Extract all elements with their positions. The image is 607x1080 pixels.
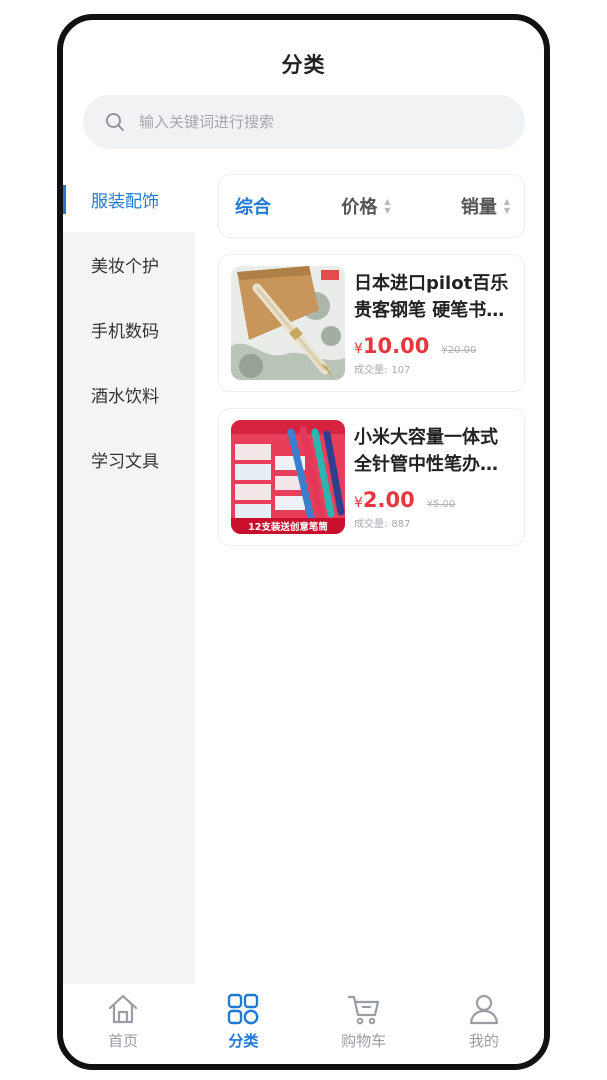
bottom-tab-bar: 首页 分类 购物车 我的 — [63, 984, 544, 1064]
user-icon — [469, 994, 498, 1025]
sales-count: 成交量: 107 — [354, 361, 512, 376]
sidebar-item-beauty[interactable]: 美妆个护 — [63, 232, 195, 297]
product-name: 小米大容量一体式全针管中性笔办公签字笔 — [354, 427, 498, 475]
sidebar-item-label: 美妆个护 — [91, 257, 159, 277]
sort-arrows-icon: ▲ ▼ — [503, 197, 510, 215]
search-input[interactable] — [137, 112, 501, 132]
sidebar-item-stationery[interactable]: 学习文具 — [63, 427, 195, 492]
category-icon — [228, 993, 259, 1025]
product-image: 12支装送创意笔筒 — [231, 420, 345, 534]
sort-arrows-icon: ▲ ▼ — [384, 197, 391, 215]
cart-icon — [347, 995, 379, 1025]
original-price: ¥20.00 — [441, 345, 477, 356]
sidebar-item-label: 学习文具 — [91, 452, 159, 472]
sales-value: 887 — [391, 519, 411, 530]
sidebar-item-label: 手机数码 — [91, 322, 159, 342]
sales-value: 107 — [391, 365, 411, 376]
phone-frame: 分类 服装配饰 美妆个护 手机数码 酒水饮料 学习文具 综合 — [57, 14, 550, 1070]
sidebar-item-label: 服装配饰 — [91, 192, 159, 212]
price-row: ¥ 2.00 ¥5.00 — [354, 488, 512, 512]
original-price: ¥5.00 — [426, 499, 456, 510]
sidebar-item-label: 酒水饮料 — [91, 387, 159, 407]
product-image — [231, 266, 345, 380]
search-icon — [106, 113, 124, 131]
tab-profile[interactable]: 我的 — [434, 984, 534, 1064]
sort-price[interactable]: 价格 ▲ ▼ — [341, 193, 390, 219]
currency-symbol: ¥ — [354, 341, 363, 357]
sort-bar: 综合 价格 ▲ ▼ 销量 ▲ ▼ — [218, 174, 525, 238]
product-panel: 综合 价格 ▲ ▼ 销量 ▲ ▼ 日本进口pilot百乐贵客钢笔 硬笔书法 ¥ … — [218, 174, 525, 546]
page-title: 分类 — [281, 53, 326, 77]
sort-label: 价格 — [341, 197, 378, 218]
sort-label: 销量 — [460, 197, 497, 218]
tab-label: 购物车 — [341, 1032, 387, 1050]
sidebar-item-clothing[interactable]: 服装配饰 — [63, 167, 195, 232]
sidebar-item-drinks[interactable]: 酒水饮料 — [63, 362, 195, 427]
tab-cart[interactable]: 购物车 — [314, 984, 414, 1064]
sort-comprehensive[interactable]: 综合 — [235, 193, 271, 219]
sort-sales[interactable]: 销量 ▲ ▼ — [461, 193, 510, 219]
tab-category[interactable]: 分类 — [193, 984, 293, 1064]
sales-count: 成交量: 887 — [354, 515, 512, 530]
product-price: 2.00 — [362, 488, 415, 512]
tab-label: 首页 — [108, 1032, 139, 1050]
sales-label: 成交量: — [354, 519, 388, 530]
sidebar-item-digital[interactable]: 手机数码 — [63, 297, 195, 362]
home-icon — [109, 994, 138, 1024]
search-bar[interactable] — [83, 95, 525, 149]
product-name: 日本进口pilot百乐贵客钢笔 硬笔书法练字笔 — [354, 273, 509, 321]
product-price: 10.00 — [362, 334, 430, 358]
product-card[interactable]: 12支装送创意笔筒 小米大容量一体式全针管中性笔办公签字笔 ¥ 2.00 ¥5.… — [218, 408, 525, 546]
product-banner: 12支装送创意笔筒 — [248, 522, 328, 533]
price-row: ¥ 10.00 ¥20.00 — [354, 334, 512, 358]
sort-label: 综合 — [235, 197, 271, 218]
product-card[interactable]: 日本进口pilot百乐贵客钢笔 硬笔书法练字笔 ¥ 10.00 ¥20.00 成… — [218, 254, 525, 392]
tab-label: 我的 — [468, 1032, 499, 1050]
sales-label: 成交量: — [354, 365, 388, 376]
currency-symbol: ¥ — [354, 495, 363, 511]
tab-home[interactable]: 首页 — [73, 984, 173, 1064]
tab-label: 分类 — [228, 1032, 259, 1050]
category-sidebar: 服装配饰 美妆个护 手机数码 酒水饮料 学习文具 — [63, 167, 195, 984]
